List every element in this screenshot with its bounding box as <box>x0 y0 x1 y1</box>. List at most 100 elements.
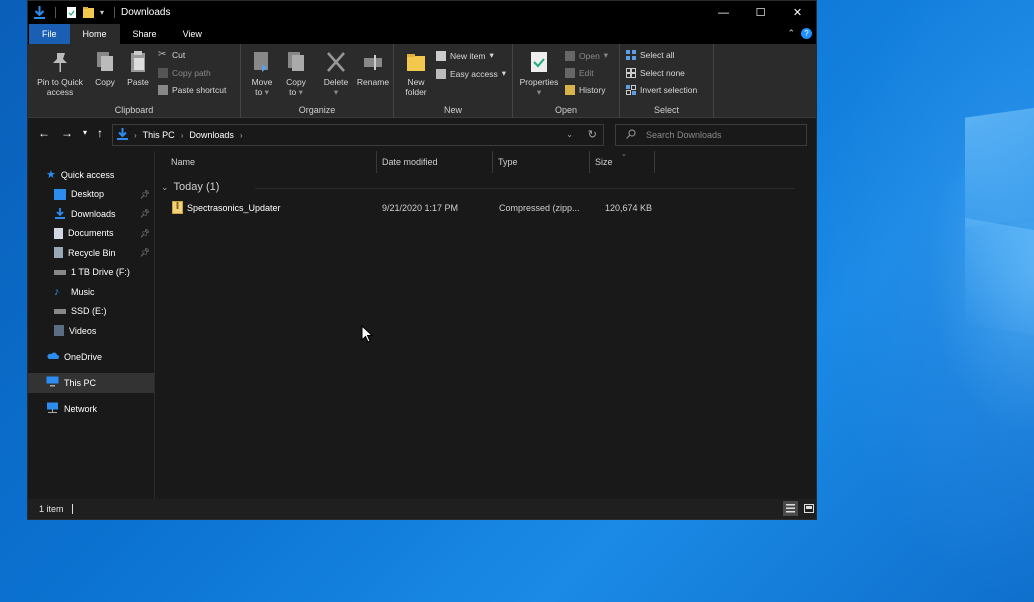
nav-item-downloads[interactable]: Downloads 📌︎ <box>28 204 154 224</box>
pin-to-quick-access-button[interactable]: Pin to Quick access <box>32 48 88 97</box>
move-to-button[interactable]: Move to ▾ <box>245 48 279 97</box>
title-separator <box>55 7 56 18</box>
new-folder-icon[interactable] <box>83 6 94 19</box>
rename-button[interactable]: Rename <box>354 48 392 87</box>
address-box[interactable]: › This PC › Downloads › ⌄ ↻ <box>112 124 604 146</box>
window-controls: — ☐ ✕ <box>705 1 816 24</box>
sort-caret-icon: ⌄ <box>621 151 627 158</box>
invert-selection-button[interactable]: Invert selection <box>626 85 697 95</box>
new-folder-label-line1: New <box>407 77 425 87</box>
zip-folder-icon <box>172 200 183 216</box>
search-icon <box>626 129 636 141</box>
minimize-button[interactable]: — <box>705 1 742 24</box>
nav-this-pc[interactable]: This PC <box>28 373 154 393</box>
downloads-icon <box>54 208 66 220</box>
copy-path-label: Copy path <box>172 68 211 78</box>
select-all-button[interactable]: Select all <box>626 50 675 60</box>
quick-access-toolbar: ▾ <box>28 6 119 19</box>
forward-arrow-icon[interactable]: → <box>61 126 73 140</box>
maximize-button[interactable]: ☐ <box>742 1 779 24</box>
properties-button[interactable]: Properties ▾ <box>515 48 563 97</box>
pin-icon: 📌︎ <box>139 189 150 199</box>
details-view-icon[interactable] <box>783 501 798 516</box>
file-name-cell: Spectrasonics_Updater <box>172 199 281 217</box>
properties-icon[interactable] <box>66 6 77 19</box>
delete-button[interactable]: Delete ▾ <box>319 48 353 97</box>
group-divider <box>255 188 795 189</box>
tab-home[interactable]: Home <box>69 24 120 44</box>
new-folder-button[interactable]: New folder <box>398 48 434 97</box>
paste-shortcut-button[interactable]: Paste shortcut <box>158 85 226 95</box>
music-note-icon: ♪ <box>54 285 60 298</box>
group-header-today[interactable]: ⌄ Today (1) <box>161 181 219 193</box>
nav-item-ssd[interactable]: SSD (E:) <box>28 302 154 322</box>
collapse-chevron-icon[interactable]: ⌄ <box>161 182 169 193</box>
select-none-icon <box>626 68 636 78</box>
file-explorer-window: ▾ Downloads — ☐ ✕ File Home Share View ⌃… <box>27 0 817 520</box>
easy-access-button[interactable]: Easy access ▾ <box>436 68 506 79</box>
recent-locations-chevron-icon[interactable]: ▾ <box>83 128 87 137</box>
nav-network-label: Network <box>64 403 98 414</box>
nav-network[interactable]: Network <box>28 399 154 419</box>
large-icons-view-icon[interactable] <box>801 501 816 516</box>
nav-item-desktop[interactable]: Desktop 📌︎ <box>28 185 154 205</box>
column-type[interactable]: Type <box>493 151 590 173</box>
pin-label-line2: access <box>46 87 74 97</box>
copy-to-button[interactable]: Copy to ▾ <box>279 48 313 97</box>
copy-button[interactable]: Copy <box>90 48 120 87</box>
select-none-label: Select none <box>640 68 685 78</box>
refresh-icon[interactable]: ↻ <box>588 128 597 141</box>
nav-item-music[interactable]: ♪ Music <box>28 282 154 302</box>
tab-file[interactable]: File <box>29 24 70 44</box>
copy-path-button[interactable]: Copy path <box>158 68 211 78</box>
file-row[interactable]: Spectrasonics_Updater 9/21/2020 1:17 PM … <box>155 199 815 217</box>
back-arrow-icon[interactable]: ← <box>38 126 50 140</box>
tab-view[interactable]: View <box>170 24 215 44</box>
pin-icon <box>49 50 71 74</box>
column-name[interactable]: Name <box>166 151 377 173</box>
nav-item-1tb-drive[interactable]: 1 TB Drive (F:) <box>28 263 154 283</box>
breadcrumb-downloads[interactable]: Downloads <box>189 130 234 140</box>
file-date-modified: 9/21/2020 1:17 PM <box>382 203 459 213</box>
customize-quick-access-icon[interactable]: ▾ <box>100 8 104 17</box>
nav-item-recycle-bin[interactable]: Recycle Bin 📌︎ <box>28 243 154 263</box>
collapse-ribbon-icon[interactable]: ⌃ <box>787 28 795 39</box>
breadcrumb-this-pc[interactable]: This PC <box>143 130 175 140</box>
network-icon <box>46 402 59 415</box>
pin-icon: 📌︎ <box>139 209 150 219</box>
paste-label: Paste <box>127 77 149 87</box>
rename-icon <box>362 50 384 74</box>
title-separator-2 <box>114 7 116 18</box>
wallpaper-beam-bottom <box>965 217 1034 338</box>
search-input[interactable]: Search Downloads <box>615 124 807 146</box>
status-bar: 1 item <box>28 499 816 519</box>
nav-onedrive-label: OneDrive <box>64 351 103 362</box>
select-none-button[interactable]: Select none <box>626 68 685 78</box>
tab-share[interactable]: Share <box>120 24 170 44</box>
move-to-label-line2: to <box>255 87 263 97</box>
videos-icon <box>54 325 64 337</box>
paste-shortcut-icon <box>158 85 168 95</box>
desktop-icon <box>54 188 66 200</box>
paste-button[interactable]: Paste <box>123 48 153 87</box>
edit-button[interactable]: Edit <box>565 68 594 78</box>
history-button[interactable]: History <box>565 85 605 95</box>
open-button[interactable]: Open ▾ <box>565 50 608 61</box>
nav-item-videos[interactable]: Videos <box>28 321 154 341</box>
star-icon: ★ <box>46 169 56 182</box>
up-arrow-icon[interactable]: ↑ <box>97 126 103 140</box>
cut-button[interactable]: ✂ Cut <box>158 50 185 61</box>
invert-selection-icon <box>626 85 636 95</box>
close-button[interactable]: ✕ <box>779 1 816 24</box>
column-date-modified[interactable]: Date modified <box>377 151 493 173</box>
address-history-chevron-icon[interactable]: ⌄ <box>566 130 573 139</box>
nav-quick-access[interactable]: ★ Quick access <box>28 165 154 185</box>
nav-item-documents[interactable]: Documents 📌︎ <box>28 224 154 244</box>
help-icon[interactable]: ? <box>801 28 812 39</box>
wallpaper-beam-top <box>965 106 1034 228</box>
rename-label: Rename <box>356 77 390 87</box>
new-folder-label-line2: folder <box>405 87 427 97</box>
easy-access-label: Easy access <box>450 68 498 79</box>
new-item-button[interactable]: New item ▾ <box>436 50 494 61</box>
nav-onedrive[interactable]: OneDrive <box>28 347 154 367</box>
